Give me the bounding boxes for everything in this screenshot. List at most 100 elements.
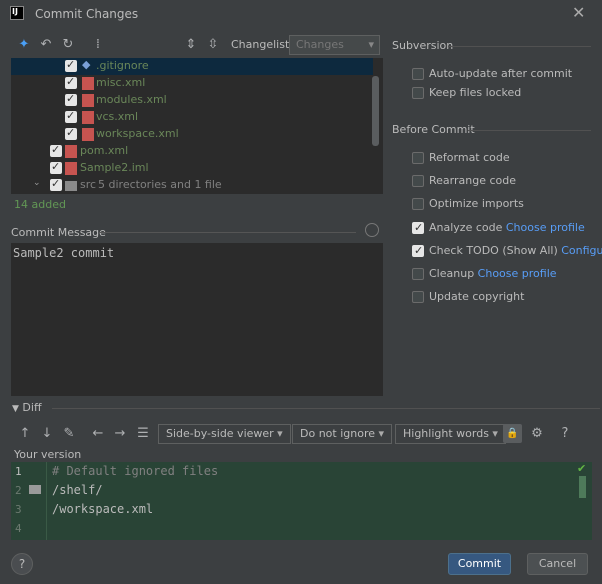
file-checkbox[interactable] — [65, 92, 77, 106]
diff-editor[interactable]: 1 2 3 4 # Default ignored files /shelf/ … — [11, 462, 592, 540]
show-diff-icon[interactable]: ✦ — [16, 37, 32, 53]
commit-message-input[interactable]: Sample2 commit — [11, 243, 383, 396]
editor-scrollbar[interactable] — [579, 476, 586, 498]
highlight-mode-select[interactable]: Highlight words — [395, 424, 506, 444]
tree-scrollbar[interactable] — [372, 76, 379, 146]
chevron-down-icon[interactable]: ⌄ — [33, 178, 41, 188]
folder-icon — [29, 485, 41, 494]
folder-checkbox[interactable] — [50, 177, 62, 191]
group-by-icon[interactable]: ⁞ — [90, 37, 106, 53]
file-name: modules.xml — [96, 93, 167, 106]
line-number: 4 — [15, 522, 22, 535]
diff-help-icon[interactable]: ? — [557, 426, 573, 442]
tree-row[interactable]: vcs.xml — [11, 109, 373, 126]
file-checkbox[interactable] — [50, 160, 62, 174]
tree-row[interactable]: workspace.xml — [11, 126, 373, 143]
changelist-select[interactable]: Changes — [289, 35, 380, 55]
window-title: Commit Changes — [35, 7, 139, 21]
checkbox[interactable] — [412, 198, 424, 210]
subversion-heading: Subversion — [392, 39, 454, 52]
line-number: 3 — [15, 503, 22, 516]
file-name: Sample2.iml — [80, 161, 149, 174]
file-name: .gitignore — [96, 59, 149, 72]
file-name: pom.xml — [80, 144, 129, 157]
diff-heading[interactable]: ▼ Diff — [12, 401, 42, 414]
edit-source-icon[interactable]: ✎ — [61, 426, 77, 442]
option-label: Optimize imports — [429, 197, 524, 210]
checkbox[interactable] — [412, 87, 424, 99]
xml-file-icon — [82, 77, 94, 90]
folder-icon — [65, 181, 77, 191]
tree-row[interactable]: ⌄ src 5 directories and 1 file — [11, 177, 373, 194]
xml-file-icon — [82, 111, 94, 124]
file-checkbox[interactable] — [65, 126, 77, 140]
settings-gear-icon[interactable]: ⚙ — [529, 426, 545, 442]
folder-name: src — [80, 178, 97, 191]
forward-arrow-icon[interactable]: → — [112, 426, 128, 442]
option-label: Cleanup Choose profile — [429, 267, 557, 280]
ignore-whitespace-select[interactable]: Do not ignore — [292, 424, 393, 444]
code-line: /shelf/ — [52, 483, 103, 497]
option-label: Reformat code — [429, 151, 510, 164]
iml-file-icon — [65, 162, 77, 175]
history-clock-icon[interactable] — [365, 223, 379, 237]
commit-message-label: Commit Message — [11, 226, 106, 239]
viewer-mode-select[interactable]: Side-by-side viewer — [158, 424, 291, 444]
xml-file-icon — [82, 128, 94, 141]
close-icon[interactable]: ✕ — [572, 3, 585, 22]
checkbox[interactable] — [412, 68, 424, 80]
line-number: 2 — [15, 484, 22, 497]
before-commit-heading: Before Commit — [392, 123, 475, 136]
back-arrow-icon[interactable]: ← — [90, 426, 106, 442]
checkbox[interactable] — [412, 244, 424, 257]
commit-button[interactable]: Commit — [448, 553, 511, 575]
file-checkbox[interactable] — [65, 58, 77, 72]
divider — [52, 408, 600, 409]
lock-icon[interactable]: 🔒 — [503, 424, 522, 443]
option-label: Auto-update after commit — [429, 67, 573, 80]
chevron-down-icon[interactable]: ▼ — [12, 404, 19, 414]
changes-tree[interactable]: ◆ .gitignore misc.xml modules.xml vcs.xm… — [11, 58, 383, 194]
added-count: 14 added — [14, 198, 66, 211]
prev-diff-icon[interactable]: ↑ — [17, 426, 33, 442]
option-label: Keep files locked — [429, 86, 522, 99]
tree-row[interactable]: ◆ .gitignore — [11, 58, 373, 75]
file-name: workspace.xml — [96, 127, 179, 140]
file-list-icon[interactable]: ☰ — [135, 426, 151, 442]
option-label: Rearrange code — [429, 174, 516, 187]
tree-row[interactable]: misc.xml — [11, 75, 373, 92]
checkbox[interactable] — [412, 175, 424, 187]
intellij-logo-icon — [10, 6, 24, 20]
rollback-icon[interactable]: ↶ — [38, 37, 54, 53]
checkbox[interactable] — [412, 221, 424, 234]
choose-profile-link[interactable]: Choose profile — [506, 221, 585, 234]
checkbox[interactable] — [412, 291, 424, 303]
configure-link[interactable]: Configure — [561, 244, 602, 257]
file-name: vcs.xml — [96, 110, 139, 123]
xml-file-icon — [65, 145, 77, 158]
file-checkbox[interactable] — [50, 143, 62, 157]
collapse-all-icon[interactable]: ⇳ — [205, 37, 221, 53]
checkbox[interactable] — [412, 152, 424, 164]
checkbox[interactable] — [412, 268, 424, 280]
your-version-label: Your version — [14, 448, 82, 461]
tree-row[interactable]: pom.xml — [11, 143, 373, 160]
expand-all-icon[interactable]: ⇕ — [183, 37, 199, 53]
gitignore-file-icon: ◆ — [82, 58, 91, 71]
code-line: /workspace.xml — [52, 502, 154, 516]
divider — [99, 232, 356, 233]
file-checkbox[interactable] — [65, 109, 77, 123]
choose-profile-link[interactable]: Choose profile — [478, 267, 557, 280]
next-diff-icon[interactable]: ↓ — [39, 426, 55, 442]
option-label: Check TODO (Show All) Configure — [429, 244, 602, 257]
help-button[interactable]: ? — [11, 553, 33, 575]
option-label: Update copyright — [429, 290, 525, 303]
refresh-icon[interactable]: ↻ — [60, 37, 76, 53]
tree-row[interactable]: Sample2.iml — [11, 160, 373, 177]
file-name: misc.xml — [96, 76, 146, 89]
tree-row[interactable]: modules.xml — [11, 92, 373, 109]
cancel-button[interactable]: Cancel — [527, 553, 588, 575]
option-label: Analyze code Choose profile — [429, 221, 585, 234]
diff-label: Diff — [22, 401, 42, 414]
file-checkbox[interactable] — [65, 75, 77, 89]
